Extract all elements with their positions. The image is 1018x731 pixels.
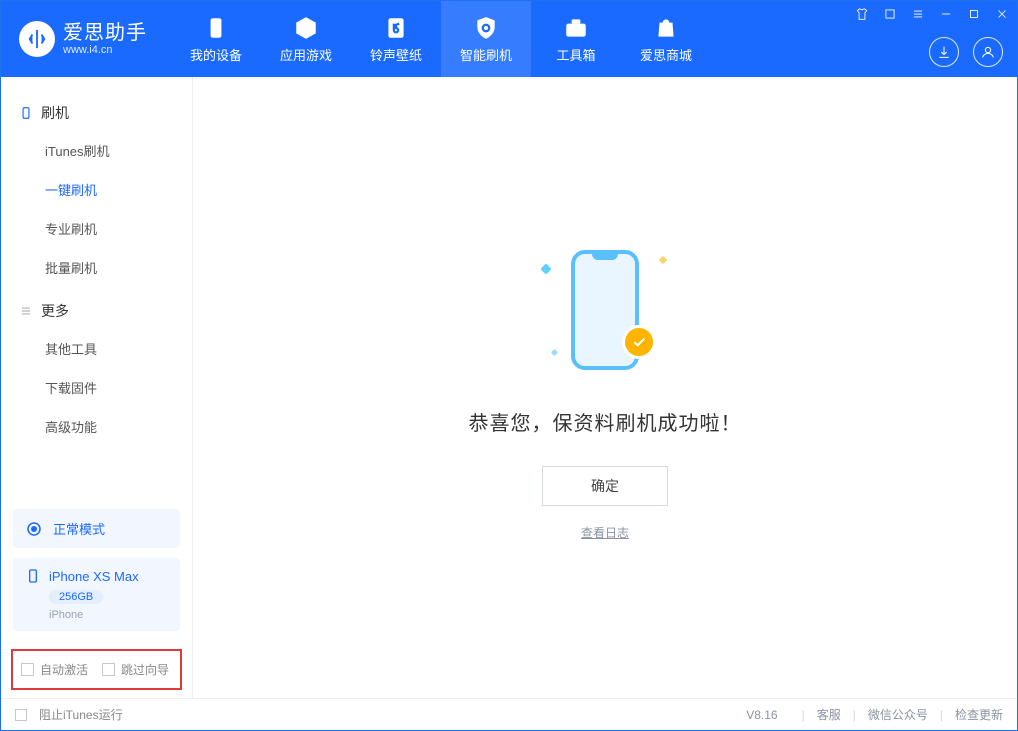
device-phone-icon [25, 568, 41, 584]
sidebar-item-other-tools[interactable]: 其他工具 [1, 329, 192, 368]
nav-label: 应用游戏 [280, 45, 332, 64]
footer: 阻止iTunes运行 V8.16 | 客服 | 微信公众号 | 检查更新 [1, 698, 1017, 730]
view-log-link[interactable]: 查看日志 [581, 524, 629, 541]
mode-icon [25, 520, 43, 538]
footer-link-wechat[interactable]: 微信公众号 [868, 706, 928, 723]
group-label: 刷机 [41, 103, 69, 123]
menu-icon[interactable] [909, 5, 927, 23]
device-type: iPhone [49, 609, 168, 621]
nav-tab-ring-wallpaper[interactable]: 铃声壁纸 [351, 1, 441, 77]
nav-label: 铃声壁纸 [370, 45, 422, 64]
checkbox-label: 跳过向导 [121, 661, 169, 678]
bag-icon [653, 15, 679, 41]
footer-link-service[interactable]: 客服 [817, 706, 841, 723]
nav-label: 工具箱 [556, 45, 595, 64]
device-mode-label: 正常模式 [53, 519, 105, 538]
sidebar-item-advanced-features[interactable]: 高级功能 [1, 407, 192, 446]
nav-tab-smart-flash[interactable]: 智能刷机 [441, 1, 531, 77]
sparkle-icon [659, 255, 667, 263]
nav-tab-apps-games[interactable]: 应用游戏 [261, 1, 351, 77]
body-area: 刷机 iTunes刷机 一键刷机 专业刷机 批量刷机 更多 其他工具 下载固件 … [1, 77, 1017, 698]
toolbox-icon [563, 15, 589, 41]
sidebar-group-flash: 刷机 iTunes刷机 一键刷机 专业刷机 批量刷机 [1, 95, 192, 293]
sparkle-icon [540, 263, 551, 274]
confirm-button[interactable]: 确定 [542, 466, 668, 506]
main-content: 恭喜您，保资料刷机成功啦！ 确定 查看日志 [193, 77, 1017, 698]
nav-tab-my-device[interactable]: 我的设备 [171, 1, 261, 77]
sidebar-item-one-click-flash[interactable]: 一键刷机 [1, 170, 192, 209]
sidebar-item-download-firmware[interactable]: 下载固件 [1, 368, 192, 407]
nav-tabs: 我的设备 应用游戏 铃声壁纸 智能刷机 工具箱 爱思商城 [171, 1, 711, 77]
sidebar-item-pro-flash[interactable]: 专业刷机 [1, 209, 192, 248]
phone-outline-icon [19, 106, 33, 120]
window-icon[interactable] [881, 5, 899, 23]
sidebar-group-header: 刷机 [1, 95, 192, 131]
nav-tab-store[interactable]: 爱思商城 [621, 1, 711, 77]
sidebar-group-header: 更多 [1, 293, 192, 329]
sidebar-item-batch-flash[interactable]: 批量刷机 [1, 248, 192, 287]
list-icon [19, 304, 33, 318]
header: 爱思助手 www.i4.cn 我的设备 应用游戏 铃声壁纸 智能刷机 [1, 1, 1017, 77]
checkbox-auto-activate[interactable]: 自动激活 [21, 661, 88, 678]
check-circle-icon [622, 325, 656, 359]
checkbox-block-itunes[interactable]: 阻止iTunes运行 [15, 706, 123, 723]
close-icon[interactable] [993, 5, 1011, 23]
footer-link-check-update[interactable]: 检查更新 [955, 706, 1003, 723]
sidebar-item-itunes-flash[interactable]: iTunes刷机 [1, 131, 192, 170]
group-label: 更多 [41, 301, 69, 321]
checkbox-icon [15, 709, 27, 721]
maximize-icon[interactable] [965, 5, 983, 23]
minimize-icon[interactable] [937, 5, 955, 23]
checkbox-icon [102, 663, 115, 676]
app-window: 爱思助手 www.i4.cn 我的设备 应用游戏 铃声壁纸 智能刷机 [0, 0, 1018, 731]
header-right-icons [929, 37, 1003, 67]
sidebar: 刷机 iTunes刷机 一键刷机 专业刷机 批量刷机 更多 其他工具 下载固件 … [1, 77, 193, 698]
nav-label: 爱思商城 [640, 45, 692, 64]
app-subtitle: www.i4.cn [63, 44, 147, 56]
device-mode-card[interactable]: 正常模式 [13, 509, 180, 548]
nav-label: 我的设备 [190, 45, 242, 64]
download-icon[interactable] [929, 37, 959, 67]
user-icon[interactable] [973, 37, 1003, 67]
flash-options-box: 自动激活 跳过向导 [11, 649, 182, 690]
success-illustration [530, 235, 680, 385]
shirt-icon[interactable] [853, 5, 871, 23]
nav-label: 智能刷机 [460, 45, 512, 64]
device-info-card[interactable]: iPhone XS Max 256GB iPhone [13, 558, 180, 631]
version-label: V8.16 [746, 708, 777, 722]
app-logo-icon [19, 21, 55, 57]
shield-refresh-icon [473, 15, 499, 41]
sidebar-group-more: 更多 其他工具 下载固件 高级功能 [1, 293, 192, 452]
sparkle-icon [551, 348, 558, 355]
app-title: 爱思助手 [63, 22, 147, 44]
cube-icon [293, 15, 319, 41]
checkbox-label: 阻止iTunes运行 [39, 706, 123, 723]
logo-area: 爱思助手 www.i4.cn [1, 1, 165, 77]
checkbox-skip-guide[interactable]: 跳过向导 [102, 661, 169, 678]
music-file-icon [383, 15, 409, 41]
checkbox-label: 自动激活 [40, 661, 88, 678]
phone-icon [203, 15, 229, 41]
success-title: 恭喜您，保资料刷机成功啦！ [469, 407, 742, 436]
checkbox-icon [21, 663, 34, 676]
nav-tab-toolbox[interactable]: 工具箱 [531, 1, 621, 77]
device-storage: 256GB [49, 590, 103, 604]
window-controls [853, 5, 1011, 23]
device-name: iPhone XS Max [49, 569, 139, 584]
